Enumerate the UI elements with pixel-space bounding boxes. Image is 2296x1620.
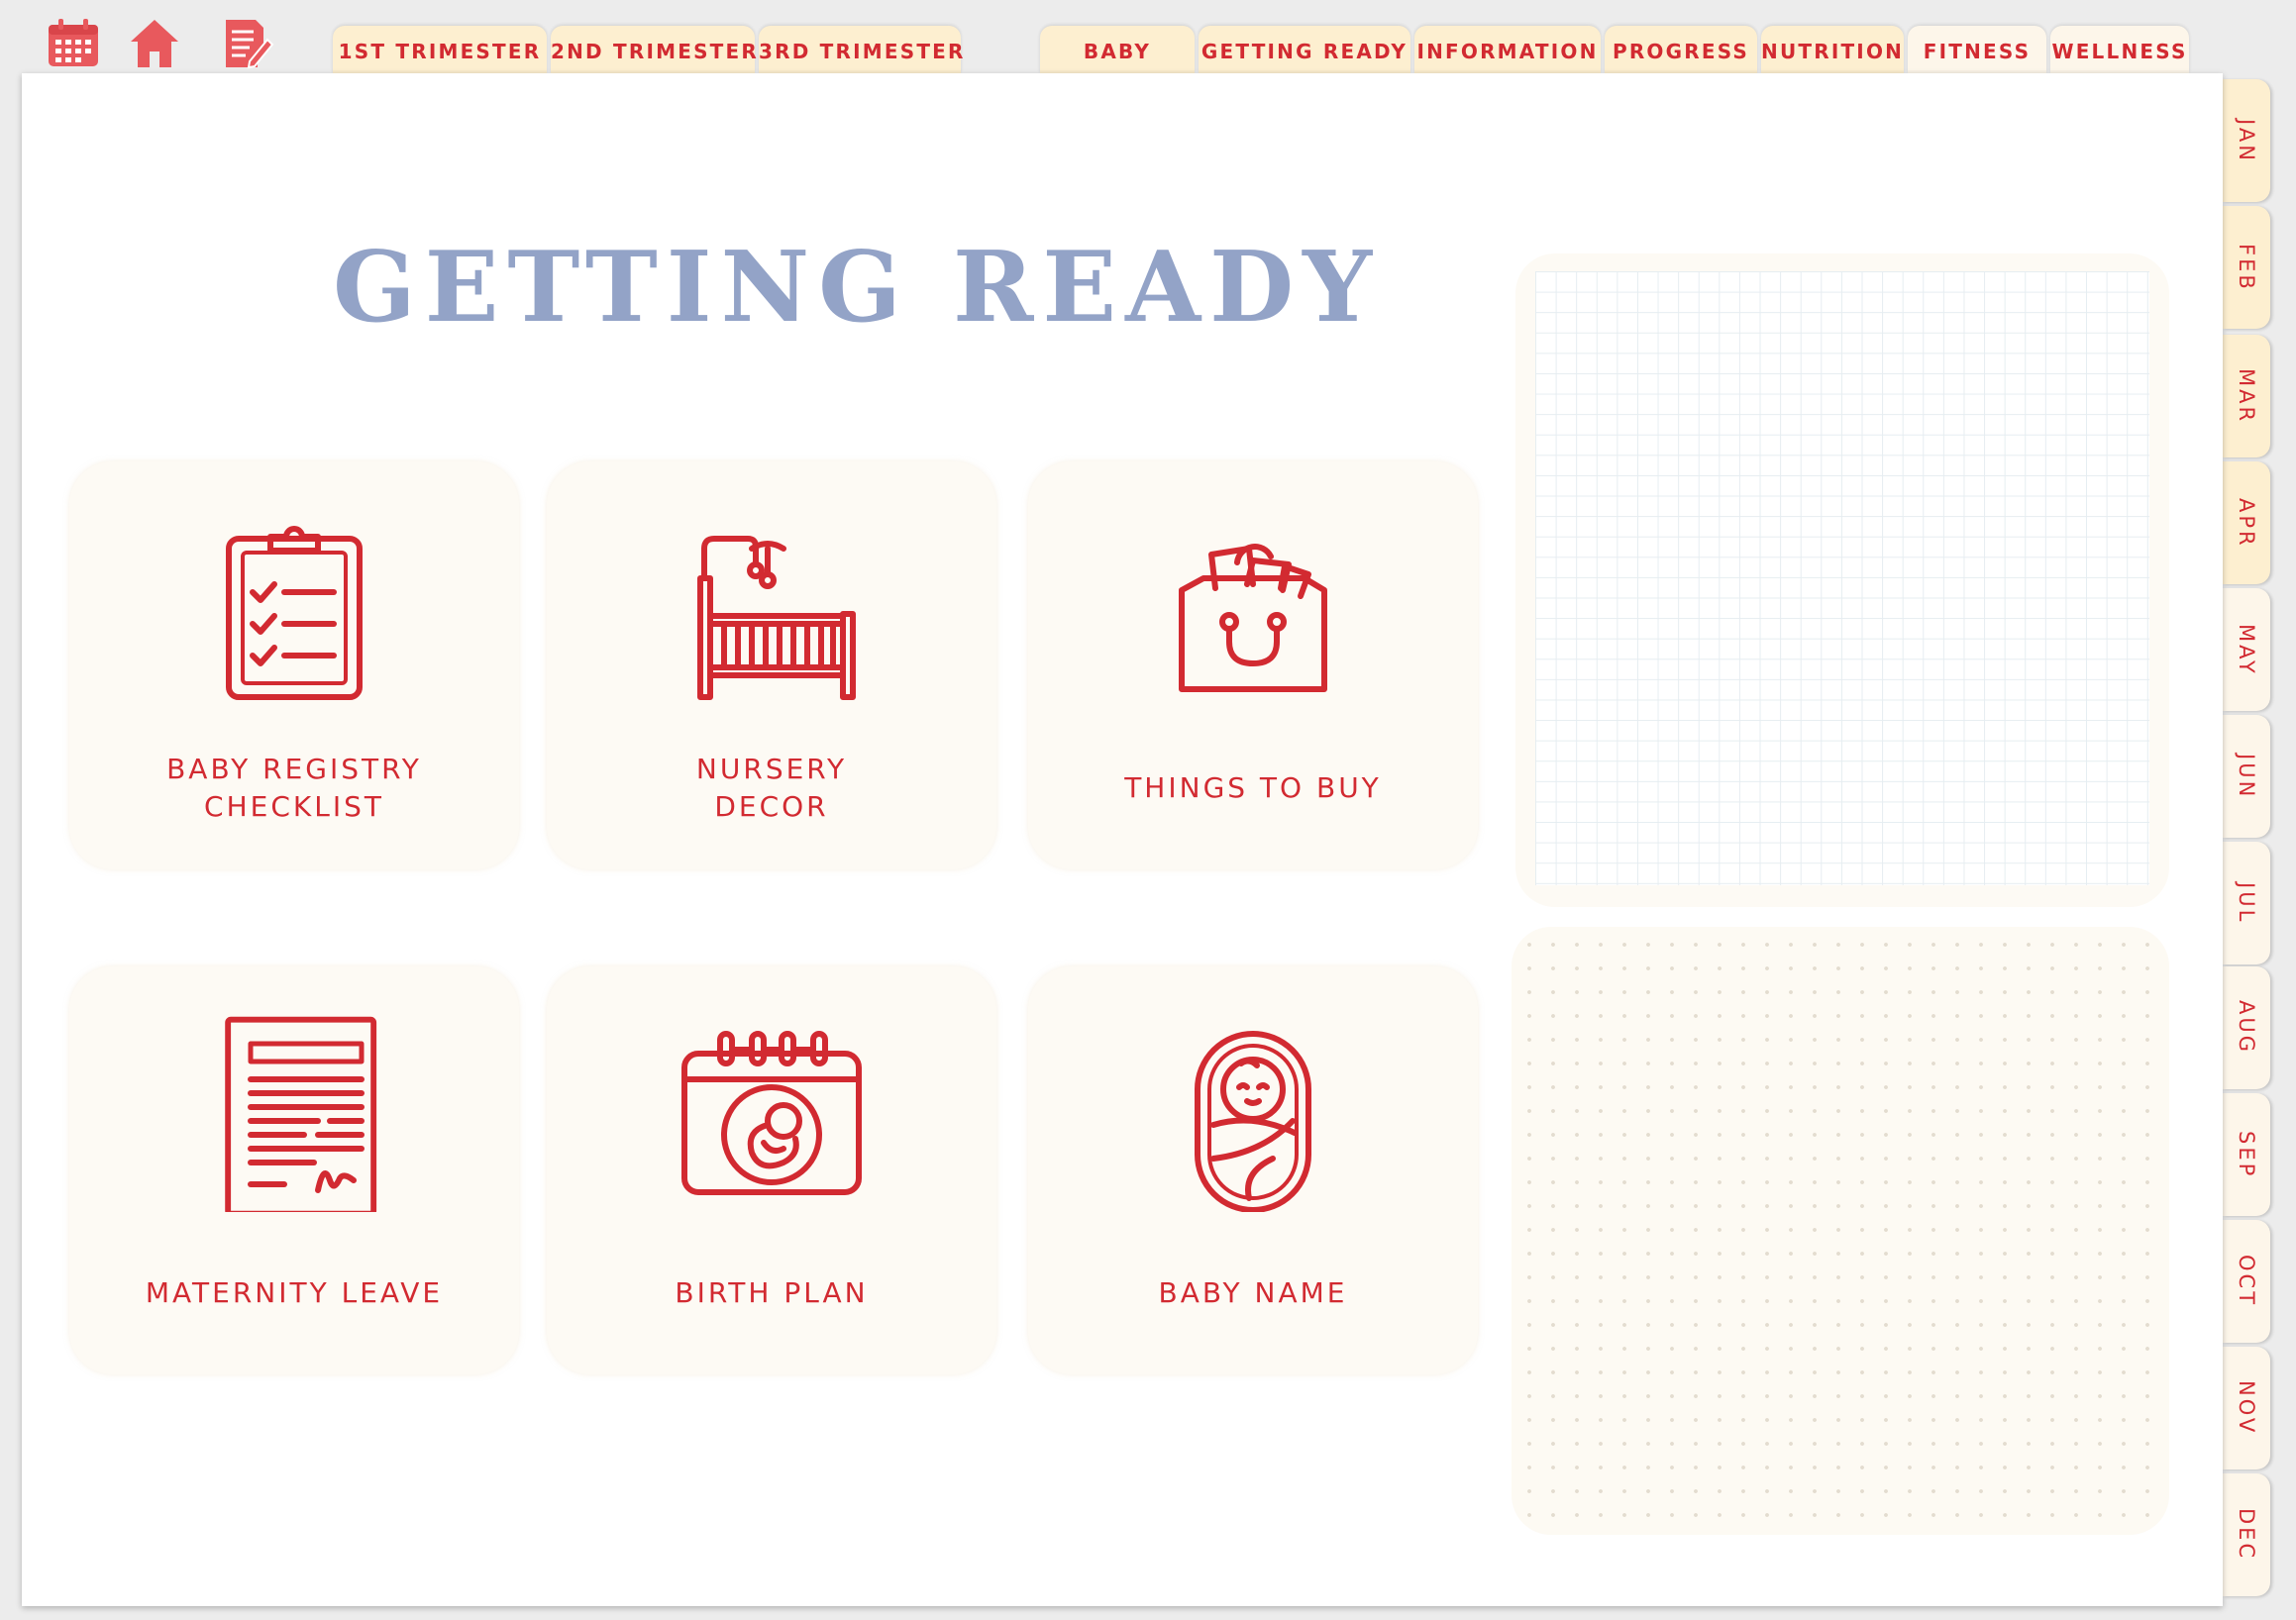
month-tab-may[interactable]: MAY: [2223, 588, 2270, 711]
home-icon[interactable]: [127, 16, 182, 71]
card-label: THINGS TO BUY: [1124, 771, 1382, 804]
tab-nutrition[interactable]: NUTRITION: [1761, 26, 1904, 73]
tab-getting-ready[interactable]: GETTING READY: [1199, 26, 1410, 73]
month-tab-sep[interactable]: SEP: [2223, 1093, 2270, 1216]
tab-1st-trimester[interactable]: 1ST TRIMESTER: [333, 26, 547, 73]
tab-fitness[interactable]: FITNESS: [1908, 26, 2046, 73]
tab-baby[interactable]: BABY: [1040, 26, 1195, 73]
tab-2nd-trimester[interactable]: 2ND TRIMESTER: [551, 26, 757, 73]
month-tab-jul[interactable]: JUL: [2223, 842, 2270, 964]
card-birth-plan[interactable]: BIRTH PLAN: [547, 966, 996, 1374]
month-tab-jun[interactable]: JUN: [2223, 715, 2270, 838]
month-label: JUL: [2235, 881, 2258, 925]
card-label: NURSERY DECOR: [695, 753, 848, 823]
month-tab-dec[interactable]: DEC: [2223, 1473, 2270, 1596]
swaddled-baby-icon: [1195, 1031, 1311, 1212]
month-label: MAR: [2235, 367, 2258, 425]
card-baby-name[interactable]: BABY NAME: [1028, 966, 1478, 1374]
month-label: MAY: [2235, 623, 2258, 676]
month-tab-jan[interactable]: JAN: [2223, 79, 2270, 202]
grid-notes-area[interactable]: [1535, 271, 2149, 885]
card-baby-registry-checklist[interactable]: BABY REGISTRY CHECKLIST: [69, 461, 519, 869]
crib-icon: [697, 536, 856, 700]
month-label: AUG: [2235, 1000, 2258, 1056]
tab-progress[interactable]: PROGRESS: [1605, 26, 1757, 73]
month-label: OCT: [2235, 1255, 2258, 1308]
month-tab-apr[interactable]: APR: [2223, 461, 2270, 584]
clipboard-checklist-icon: [226, 526, 363, 700]
tab-3rd-trimester[interactable]: 3RD TRIMESTER: [759, 26, 963, 73]
month-label: JUN: [2235, 753, 2258, 800]
grid-notes-panel: [1515, 253, 2169, 907]
calendar-icon[interactable]: [46, 16, 101, 71]
page-title: GETTING READY: [333, 231, 1382, 345]
month-label: NOV: [2235, 1380, 2258, 1436]
card-things-to-buy[interactable]: THINGS TO BUY: [1028, 461, 1478, 869]
card-label: BIRTH PLAN: [675, 1276, 869, 1309]
shopping-bag-icon: [1179, 544, 1327, 692]
month-label: DEC: [2235, 1508, 2258, 1562]
dot-notes-area[interactable]: [1512, 927, 2169, 1535]
month-tab-aug[interactable]: AUG: [2223, 966, 2270, 1089]
card-maternity-leave[interactable]: MATERNITY LEAVE: [69, 966, 519, 1374]
card-label: MATERNITY LEAVE: [145, 1276, 444, 1309]
month-tab-nov[interactable]: NOV: [2223, 1347, 2270, 1469]
birth-calendar-icon: [681, 1031, 862, 1195]
card-label: BABY NAME: [1158, 1276, 1348, 1309]
document-icon: [225, 1016, 377, 1212]
month-tab-oct[interactable]: OCT: [2223, 1220, 2270, 1343]
month-label: APR: [2235, 497, 2258, 549]
notes-edit-icon[interactable]: [220, 16, 275, 71]
tab-wellness[interactable]: WELLNESS: [2050, 26, 2189, 73]
card-nursery-decor[interactable]: NURSERY DECOR: [547, 461, 996, 869]
month-tab-mar[interactable]: MAR: [2223, 335, 2270, 457]
card-label: BABY REGISTRY CHECKLIST: [166, 753, 422, 823]
month-label: JAN: [2235, 118, 2258, 163]
tab-information[interactable]: INFORMATION: [1414, 26, 1601, 73]
month-label: SEP: [2235, 1130, 2258, 1179]
month-tab-feb[interactable]: FEB: [2223, 206, 2270, 329]
month-label: FEB: [2235, 243, 2258, 292]
